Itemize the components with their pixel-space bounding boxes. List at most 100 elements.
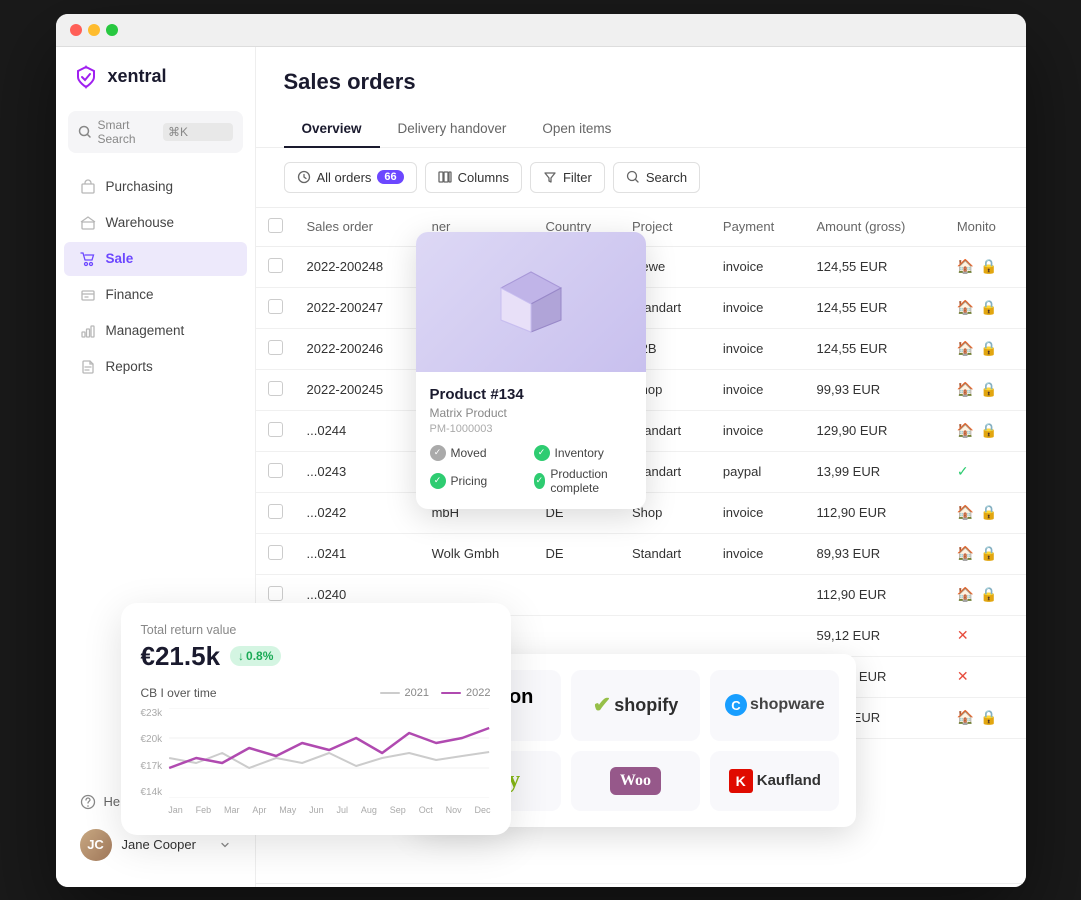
- lock-icon[interactable]: 🔒: [980, 340, 997, 357]
- order-payment: invoice: [711, 410, 805, 451]
- product-info: Product #134 Matrix Product PM-1000003 ✓…: [416, 372, 646, 509]
- toolbar: All orders 66 Columns Filter: [256, 148, 1026, 208]
- kaufland-logo: K Kaufland: [729, 769, 821, 793]
- lock-icon[interactable]: 🔒: [980, 586, 997, 603]
- order-payment: invoice: [711, 492, 805, 533]
- columns-button[interactable]: Columns: [425, 162, 522, 193]
- chart-header: CB I over time 2021 2022: [141, 686, 491, 700]
- order-number: ...0243: [295, 451, 420, 492]
- x-oct: Oct: [419, 805, 433, 815]
- x-feb: Feb: [196, 805, 212, 815]
- lock-icon[interactable]: 🔒: [980, 299, 997, 316]
- product-subtitle: Matrix Product: [430, 406, 632, 420]
- close-icon[interactable]: ✕: [957, 668, 969, 685]
- home-icon[interactable]: 🏠: [957, 422, 974, 439]
- filter-label: Filter: [563, 170, 592, 185]
- logo: xentral: [56, 63, 255, 111]
- x-apr: Apr: [252, 805, 266, 815]
- row-checkbox[interactable]: [268, 340, 283, 355]
- sidebar-item-purchasing[interactable]: Purchasing: [64, 170, 247, 204]
- tab-open-items[interactable]: Open items: [524, 111, 629, 148]
- all-orders-button[interactable]: All orders 66: [284, 162, 417, 193]
- marketplace-shopware[interactable]: C shopware: [710, 670, 839, 741]
- sidebar-item-reports[interactable]: Reports: [64, 350, 247, 384]
- select-all-checkbox[interactable]: [268, 218, 283, 233]
- sidebar-item-finance[interactable]: Finance: [64, 278, 247, 312]
- row-checkbox[interactable]: [268, 299, 283, 314]
- logo-icon: [72, 63, 100, 91]
- lock-icon[interactable]: 🔒: [980, 709, 997, 726]
- titlebar: [56, 14, 1026, 47]
- sidebar-item-sale[interactable]: Sale: [64, 242, 247, 276]
- check-icon[interactable]: ✓: [957, 463, 969, 480]
- sidebar-item-management[interactable]: Management: [64, 314, 247, 348]
- marketplace-kaufland[interactable]: K Kaufland: [710, 751, 839, 811]
- filter-icon: [543, 170, 557, 184]
- row-checkbox[interactable]: [268, 463, 283, 478]
- lock-icon[interactable]: 🔒: [980, 258, 997, 275]
- home-icon[interactable]: 🏠: [957, 504, 974, 521]
- growth-value: 0.8%: [246, 649, 273, 663]
- lock-icon[interactable]: 🔒: [980, 545, 997, 562]
- order-payment: invoice: [711, 287, 805, 328]
- order-amount: 112,90 EUR: [805, 492, 945, 533]
- tag-production: ✓ Production complete: [534, 467, 632, 495]
- search-button[interactable]: Search: [613, 162, 700, 193]
- filter-button[interactable]: Filter: [530, 162, 605, 193]
- tabs: Overview Delivery handover Open items: [284, 111, 998, 147]
- home-icon[interactable]: 🏠: [957, 586, 974, 603]
- product-id: PM-1000003: [430, 423, 632, 435]
- close-button[interactable]: [70, 24, 82, 36]
- analytics-value: €21.5k: [141, 641, 221, 672]
- tab-delivery[interactable]: Delivery handover: [380, 111, 525, 148]
- tag-moved-label: Moved: [451, 446, 487, 460]
- lock-icon[interactable]: 🔒: [980, 504, 997, 521]
- chart-right: Jan Feb Mar Apr May Jun Jul Aug Sep Oct …: [168, 708, 490, 815]
- home-icon[interactable]: 🏠: [957, 340, 974, 357]
- legend-2021-label: 2021: [405, 687, 429, 699]
- search-shortcut: ⌘K: [163, 123, 233, 141]
- product-cube-svg: [491, 262, 571, 342]
- order-amount: 13,99 EUR: [805, 451, 945, 492]
- table-row[interactable]: ...0241 Wolk Gmbh DE Standart invoice 89…: [256, 533, 1026, 574]
- row-checkbox[interactable]: [268, 545, 283, 560]
- home-icon[interactable]: 🏠: [957, 299, 974, 316]
- user-name: Jane Cooper: [122, 837, 196, 852]
- y-label-14k: €14k: [141, 787, 163, 798]
- lock-icon[interactable]: 🔒: [980, 381, 997, 398]
- order-number: 2022-200245: [295, 369, 420, 410]
- row-checkbox[interactable]: [268, 422, 283, 437]
- marketplace-shopify[interactable]: ✔ shopify: [571, 670, 700, 741]
- row-checkbox[interactable]: [268, 586, 283, 601]
- order-number: ...0241: [295, 533, 420, 574]
- lock-icon[interactable]: 🔒: [980, 422, 997, 439]
- reports-icon: [80, 359, 96, 375]
- close-icon[interactable]: ✕: [957, 627, 969, 644]
- legend-2022: 2022: [441, 687, 490, 699]
- search-bar[interactable]: Smart Search ⌘K: [68, 111, 243, 153]
- browser-window: xentral Smart Search ⌘K Purchasing: [56, 14, 1026, 887]
- x-sep: Sep: [390, 805, 406, 815]
- product-image: [416, 232, 646, 372]
- sidebar-label-warehouse: Warehouse: [106, 215, 175, 230]
- minimize-button[interactable]: [88, 24, 100, 36]
- x-mar: Mar: [224, 805, 240, 815]
- marketplace-woo[interactable]: Woo: [571, 751, 700, 811]
- home-icon[interactable]: 🏠: [957, 381, 974, 398]
- home-icon[interactable]: 🏠: [957, 545, 974, 562]
- row-checkbox[interactable]: [268, 504, 283, 519]
- maximize-button[interactable]: [106, 24, 118, 36]
- tab-overview[interactable]: Overview: [284, 111, 380, 148]
- row-checkbox[interactable]: [268, 258, 283, 273]
- order-payment: invoice: [711, 328, 805, 369]
- row-checkbox[interactable]: [268, 381, 283, 396]
- tag-inventory: ✓ Inventory: [534, 445, 632, 461]
- home-icon[interactable]: 🏠: [957, 258, 974, 275]
- main-header: Sales orders Overview Delivery handover …: [256, 47, 1026, 148]
- home-icon[interactable]: 🏠: [957, 709, 974, 726]
- order-amount: 89,93 EUR: [805, 533, 945, 574]
- order-amount: 112,90 EUR: [805, 574, 945, 615]
- col-sales-order: Sales order: [295, 208, 420, 247]
- sidebar-item-warehouse[interactable]: Warehouse: [64, 206, 247, 240]
- pricing-check: ✓: [430, 473, 446, 489]
